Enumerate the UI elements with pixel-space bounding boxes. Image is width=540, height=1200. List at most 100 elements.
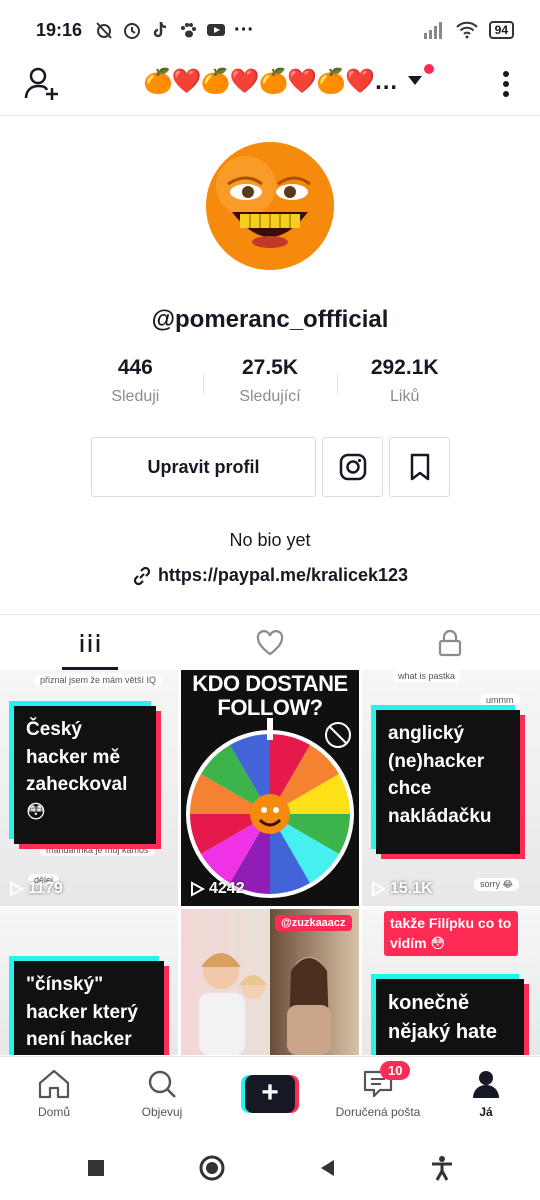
nav-create[interactable]: + [216,1057,324,1136]
comment-snippet: sorry 😂 [474,878,520,891]
profile-tabs [0,614,540,670]
comment-snippet: what is pastka [392,670,462,682]
video-thumbnail[interactable]: KDO DOSTANE FOLLOW? 4242 [181,670,359,906]
plus-icon: + [245,1075,295,1113]
battery-indicator: 94 [488,21,514,39]
instagram-icon [339,453,366,481]
stat-likes[interactable]: 292.1K Liků [337,356,472,406]
view-count: 1179 [8,880,63,898]
status-bar: 19:16 ··· 94 [0,0,540,60]
video-caption: Český hacker mě zaheckoval 😳 [14,706,156,844]
title-emoji: 🍊 [142,68,173,95]
comment-snippet: přiznal jsem že mám větší IQ [34,674,163,686]
title-emoji: ❤️ [345,68,375,95]
tab-liked[interactable] [180,615,360,670]
video-caption: anglický (ne)hacker chce nakládačku [376,710,520,854]
video-thumbnail[interactable]: "čínský" hacker který není hacker [0,909,178,1055]
tab-private[interactable] [360,615,540,670]
title-emoji: 🍊 [316,68,346,95]
status-right: 94 [423,21,514,39]
status-time: 19:16 [36,19,83,40]
video-thumbnail[interactable]: @zuzkaaacz [181,909,359,1055]
view-count-value: 15.1K [390,880,433,897]
orange-face-image [206,142,334,270]
inbox-badge: 10 [380,1061,411,1080]
video-thumbnail[interactable]: takže Filípku co to vidím 😳 konečně něja… [362,909,540,1055]
wifi-icon [455,21,478,39]
nav-me[interactable]: Já [432,1057,540,1136]
back-icon[interactable] [318,1158,338,1178]
play-icon [10,881,24,897]
video-caption: "čínský" hacker který není hacker [14,961,164,1055]
profile-actions: Upravit profil [91,437,450,497]
favorites-button[interactable] [389,437,450,497]
stat-label: Sledující [239,388,301,405]
nav-label: Já [479,1105,493,1119]
alarm-icon [124,23,141,39]
title-ellipsis: … [374,68,398,95]
profile-header: 🍊❤️🍊❤️🍊❤️🍊❤️… [0,60,540,116]
create-button[interactable]: + [241,1075,299,1113]
signal-icon [423,22,442,39]
recents-icon[interactable] [86,1158,106,1178]
bookmark-icon [410,453,429,481]
profile-stats: 446 Sleduji 27.5K Sledující 292.1K Liků [68,356,472,406]
play-icon [372,881,386,897]
paw-icon [181,23,197,38]
bio-link[interactable]: https://paypal.me/kralicek123 [0,565,540,586]
alarm-off-icon [96,22,112,39]
account-switcher[interactable]: 🍊❤️🍊❤️🍊❤️🍊❤️… [0,67,540,96]
avatar[interactable] [206,142,334,270]
title-emoji: ❤️ [229,68,260,95]
title-emoji: ❤️ [287,68,317,95]
nav-label: Domů [37,1105,70,1119]
play-icon [191,881,205,897]
edit-profile-button[interactable]: Upravit profil [91,437,316,497]
chevron-down-icon[interactable] [408,76,422,85]
comment-snippet: ummm [480,694,520,706]
stat-value: 446 [117,356,153,379]
home-icon [38,1069,70,1099]
video-thumbnail[interactable]: přiznal jsem že mám větší IQ mandarinka … [0,670,178,906]
view-count-value: 4242 [209,880,245,897]
bottom-navigation: Domů Objevuj + Doručená pošta Já 10 [0,1056,540,1136]
stat-label: Liků [390,388,420,405]
lock-icon [438,629,462,656]
people-image [199,953,331,1055]
home-circle-icon[interactable] [198,1154,226,1182]
more-notifications: ··· [234,18,255,41]
heart-outline-icon [256,629,284,655]
title-emoji: ❤️ [171,68,202,95]
nav-label: Doručená pošta [335,1105,421,1119]
system-navigation [0,1136,540,1200]
youtube-icon [207,24,226,36]
search-icon [148,1070,176,1098]
video-top-note: takže Filípku co to vidím 😳 [384,911,518,956]
stat-value: 27.5K [241,356,299,379]
view-count: 15.1K [370,880,433,898]
video-thumbnail[interactable]: what is pastka ummm sorry 😂 anglický (ne… [362,670,540,906]
nav-inbox[interactable]: Doručená pošta [324,1057,432,1136]
nav-label: Objevuj [141,1105,183,1119]
instagram-button[interactable] [322,437,383,497]
spin-wheel-image [186,718,354,898]
more-vertical-icon[interactable] [494,66,518,102]
nav-home[interactable]: Domů [0,1057,108,1136]
profile-icon [473,1071,499,1098]
tab-videos[interactable] [0,615,180,670]
video-grid: přiznal jsem že mám větší IQ mandarinka … [0,670,540,1056]
stat-value: 292.1K [370,356,439,379]
stat-followers[interactable]: 27.5K Sledující [202,356,338,406]
stat-following[interactable]: 446 Sleduji [68,356,203,406]
status-icons: ··· [94,19,254,42]
notification-dot [424,64,434,74]
accessibility-icon[interactable] [430,1155,454,1181]
video-caption: konečně nějaký hate [376,979,524,1055]
bio-text: No bio yet [229,530,311,550]
view-count-value: 1179 [28,880,63,897]
stat-label: Sleduji [111,388,160,405]
username: @pomeranc_offficial [151,306,389,333]
title-emoji: 🍊 [200,68,231,95]
nav-discover[interactable]: Objevuj [108,1057,216,1136]
tiktok-icon [153,21,167,38]
